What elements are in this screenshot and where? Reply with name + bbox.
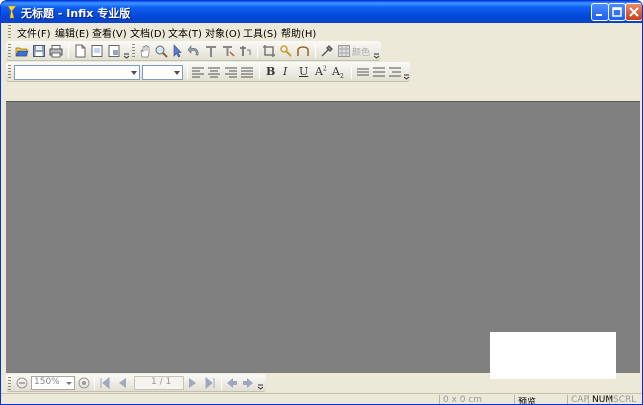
page-number-field[interactable]: 1 / 1 (134, 376, 184, 390)
maximize-button[interactable] (608, 3, 626, 21)
main-toolbar: 颜色 (6, 41, 381, 61)
forward-icon[interactable] (241, 376, 255, 390)
menu-file[interactable]: 文件(F) (17, 25, 51, 40)
minimize-button[interactable] (591, 3, 609, 21)
grid-icon[interactable] (337, 44, 351, 58)
link-icon[interactable] (279, 44, 293, 58)
menu-view[interactable]: 查看(V) (92, 25, 127, 40)
page-view-icon[interactable] (90, 44, 104, 58)
status-coordinates: 0 x 0 cm (439, 395, 511, 404)
superscript-button[interactable]: A2 (315, 65, 327, 78)
zoom-out-icon[interactable] (15, 376, 29, 390)
status-cap: CAP (567, 395, 589, 404)
zoom-value: 150% (34, 377, 60, 387)
bold-button[interactable]: B (266, 65, 275, 78)
font-size-select[interactable] (142, 65, 183, 80)
toolbar-separator (315, 44, 316, 58)
toolbar-separator (259, 65, 260, 79)
menu-tools[interactable]: 工具(S) (243, 25, 277, 40)
toolbar-overflow-icon[interactable] (403, 73, 410, 80)
toolbar-separator (221, 376, 222, 390)
indent-icon[interactable] (388, 65, 402, 79)
page-number-value: 1 / 1 (151, 377, 172, 387)
toolbar-separator (94, 376, 95, 390)
align-right-icon[interactable] (224, 65, 238, 79)
app-window: 无标题 - Infix 专业版 文件(F) 编辑(E) 查看(V) 文档(D) … (0, 0, 643, 405)
minimize-icon (596, 14, 602, 16)
app-logo-icon (7, 5, 17, 19)
text-edit-icon[interactable] (221, 44, 235, 58)
zoom-in-icon[interactable] (77, 376, 91, 390)
title-bar[interactable]: 无标题 - Infix 专业版 (1, 1, 642, 23)
font-name-select[interactable] (14, 65, 140, 80)
window-title: 无标题 - Infix 专业版 (21, 7, 131, 20)
select-arrow-icon[interactable] (170, 44, 184, 58)
hand-icon[interactable] (138, 44, 152, 58)
chevron-down-icon (131, 71, 137, 75)
paragraph-spacing-icon[interactable] (372, 65, 386, 79)
menu-edit[interactable]: 编辑(E) (55, 25, 89, 40)
toolbar-separator (68, 44, 69, 58)
save-icon[interactable] (32, 44, 46, 58)
close-icon (629, 7, 639, 17)
page-properties-icon[interactable] (107, 44, 121, 58)
toolbar-separator (257, 44, 258, 58)
menu-text[interactable]: 文本(T) (168, 25, 202, 40)
status-scrl: SCRL (609, 395, 639, 404)
blank-panel (490, 332, 616, 379)
chevron-down-icon (174, 71, 180, 75)
toolbar-overflow-icon[interactable] (373, 52, 380, 59)
align-justify-icon[interactable] (240, 65, 254, 79)
menu-object[interactable]: 对象(O) (205, 25, 241, 40)
toolbar-overflow-icon[interactable] (123, 52, 130, 59)
previous-page-icon[interactable] (115, 376, 129, 390)
new-page-icon[interactable] (73, 44, 87, 58)
close-button[interactable] (625, 3, 642, 21)
menu-document[interactable]: 文档(D) (130, 25, 166, 40)
subscript-label: A (332, 65, 340, 78)
italic-button[interactable]: I (283, 65, 287, 78)
undo-icon[interactable] (187, 44, 201, 58)
format-toolbar: B I U A2 A2 (6, 62, 410, 82)
status-mode: 预览 (514, 395, 566, 404)
next-page-icon[interactable] (186, 376, 200, 390)
subscript-button[interactable]: A2 (332, 65, 344, 80)
shape-icon[interactable] (296, 44, 310, 58)
maximize-icon (612, 7, 622, 17)
navigation-toolbar: 150% 1 / 1 (6, 374, 266, 392)
toolbar-grip[interactable] (8, 377, 11, 390)
menu-help[interactable]: 帮助(H) (281, 25, 316, 40)
last-page-icon[interactable] (203, 376, 217, 390)
toolbar-separator (187, 65, 188, 79)
back-icon[interactable] (225, 376, 239, 390)
toolbar-grip[interactable] (132, 44, 135, 57)
zoom-select[interactable]: 150% (31, 376, 75, 390)
first-page-icon[interactable] (98, 376, 112, 390)
text-flow-icon[interactable] (238, 44, 252, 58)
align-left-icon[interactable] (191, 65, 205, 79)
superscript-label: A (315, 65, 323, 78)
align-center-icon[interactable] (207, 65, 221, 79)
underline-button[interactable]: U (299, 65, 308, 78)
chevron-down-icon (66, 382, 72, 385)
toolbar-overflow-icon[interactable] (257, 383, 264, 390)
toolbar-separator (351, 65, 352, 79)
line-spacing-icon[interactable] (356, 65, 370, 79)
status-bar: 0 x 0 cm 预览 CAP NUM SCRL (1, 393, 642, 404)
status-message (5, 395, 435, 404)
crop-icon[interactable] (262, 44, 276, 58)
print-icon[interactable] (49, 44, 63, 58)
text-tool-icon[interactable] (204, 44, 218, 58)
status-num: NUM (588, 395, 613, 404)
open-icon[interactable] (15, 44, 29, 58)
zoom-icon[interactable] (154, 44, 168, 58)
eyedropper-icon[interactable] (320, 44, 334, 58)
color-label[interactable]: 颜色 (352, 45, 370, 58)
toolbar-grip[interactable] (8, 65, 11, 78)
menu-grip[interactable] (8, 25, 11, 38)
menu-bar: 文件(F) 编辑(E) 查看(V) 文档(D) 文本(T) 对象(O) 工具(S… (1, 23, 642, 40)
toolbar-grip[interactable] (8, 44, 11, 57)
